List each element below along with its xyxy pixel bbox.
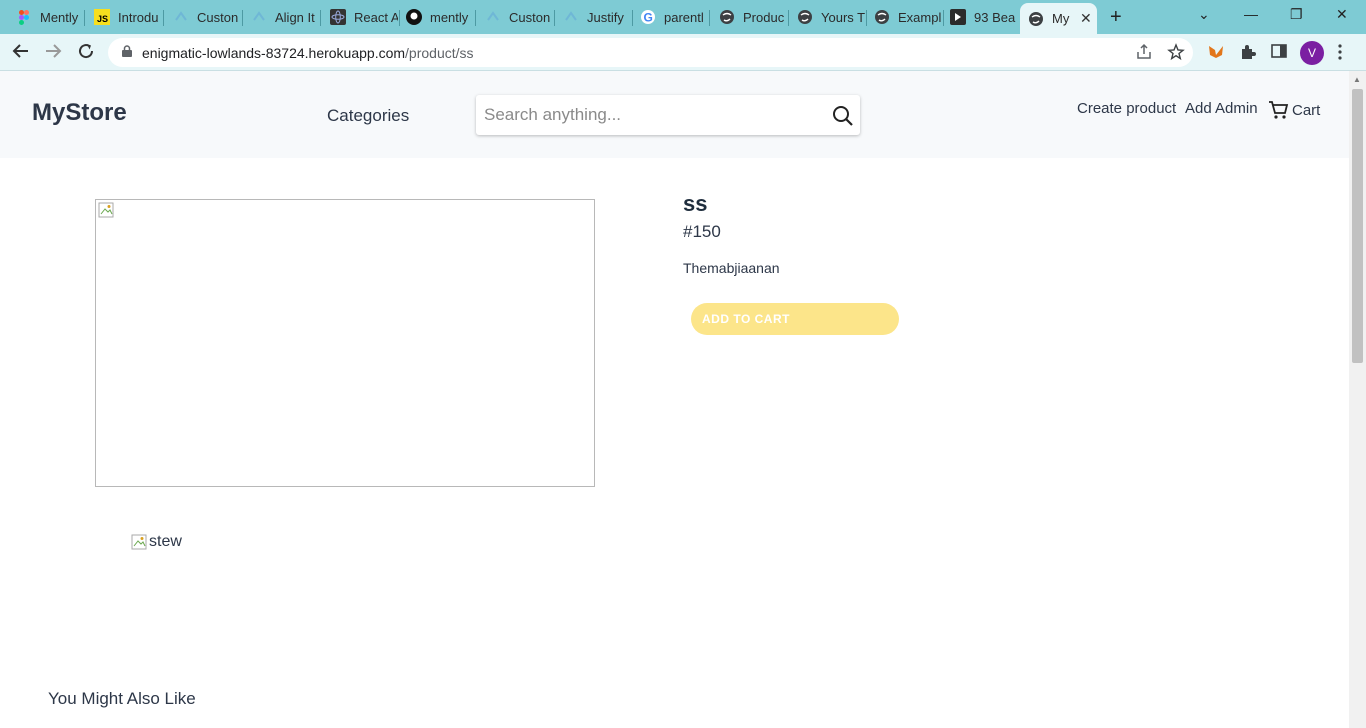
product-thumbnail[interactable]: stew: [131, 533, 182, 551]
thumbnail-alt-text: stew: [149, 533, 182, 550]
search-input[interactable]: [484, 103, 814, 127]
url-text: enigmatic-lowlands-83724.herokuapp.com/p…: [142, 44, 474, 61]
profile-avatar[interactable]: V: [1300, 41, 1324, 65]
create-product-link[interactable]: Create product: [1077, 100, 1176, 117]
product-title: ss: [683, 191, 708, 216]
browser-tab-bar: Mently JS Introdu Custon Align It React …: [0, 0, 1366, 34]
google-icon: G: [640, 9, 656, 25]
section-heading-also-like: You Might Also Like: [48, 689, 196, 708]
browser-tab[interactable]: JS Introdu: [78, 4, 164, 30]
js-icon: JS: [94, 9, 110, 25]
browser-tab[interactable]: Exampl: [858, 4, 944, 30]
categories-link[interactable]: Categories: [327, 106, 409, 126]
close-window-icon[interactable]: ✕: [1336, 6, 1348, 23]
url-bar[interactable]: enigmatic-lowlands-83724.herokuapp.com/p…: [108, 38, 1193, 67]
site-header: MyStore Categories Create product Add Ad…: [0, 71, 1349, 158]
web-icon: [173, 9, 189, 25]
broken-image-icon: [131, 534, 147, 550]
browser-tab[interactable]: Mently: [0, 4, 85, 30]
broken-image-icon: [98, 202, 114, 218]
reload-icon[interactable]: [77, 42, 95, 65]
back-icon[interactable]: [12, 42, 30, 65]
page-scrollbar[interactable]: ▲: [1349, 71, 1366, 728]
react-icon: [330, 9, 346, 25]
cart-link[interactable]: Cart: [1268, 99, 1320, 121]
globe-icon: [797, 9, 813, 25]
side-panel-icon[interactable]: [1271, 43, 1287, 64]
web-icon: [563, 9, 579, 25]
globe-icon: [719, 9, 735, 25]
browser-tab[interactable]: Produc: [703, 4, 789, 30]
scroll-up-icon[interactable]: ▲: [1353, 75, 1361, 84]
browser-tab[interactable]: Custon: [469, 4, 555, 30]
store-logo[interactable]: MyStore: [32, 99, 127, 127]
forward-icon[interactable]: [44, 42, 62, 65]
kebab-menu-icon[interactable]: [1337, 43, 1343, 66]
search-box: [476, 95, 860, 135]
share-icon[interactable]: [1135, 43, 1153, 66]
search-icon[interactable]: [832, 105, 854, 132]
product-description: Themabjiaanan: [683, 260, 780, 276]
browser-tab[interactable]: Justify: [547, 4, 633, 30]
web-icon: [485, 9, 501, 25]
add-to-cart-button[interactable]: ADD TO CART: [691, 303, 899, 335]
browser-tab-active[interactable]: My ✕: [1020, 3, 1097, 34]
github-icon: [406, 9, 422, 25]
globe-icon: [874, 9, 890, 25]
restore-icon[interactable]: ❐: [1290, 6, 1303, 23]
browser-tab[interactable]: mently: [390, 4, 476, 30]
svg-text:G: G: [644, 11, 653, 25]
app-icon: [950, 9, 966, 25]
svg-text:JS: JS: [97, 14, 108, 24]
browser-tab[interactable]: Align It: [235, 4, 321, 30]
tab-title: My: [1052, 11, 1070, 26]
product-id: #150: [683, 222, 721, 241]
tab-title: mently: [430, 9, 469, 25]
tab-title: Align It: [275, 9, 315, 25]
web-icon: [251, 9, 267, 25]
product-image: [95, 199, 595, 487]
scrollbar-thumb[interactable]: [1352, 89, 1363, 363]
cart-label: Cart: [1292, 101, 1321, 119]
address-toolbar: enigmatic-lowlands-83724.herokuapp.com/p…: [0, 34, 1366, 71]
figma-icon: [16, 9, 32, 25]
browser-tab[interactable]: Yours T: [781, 4, 867, 30]
browser-tab[interactable]: Custon: [157, 4, 243, 30]
tab-title: 93 Bea: [974, 9, 1016, 25]
extensions-icon[interactable]: [1239, 43, 1257, 66]
tab-search-icon[interactable]: ⌄: [1198, 6, 1210, 23]
new-tab-icon[interactable]: +: [1110, 6, 1122, 29]
bookmark-star-icon[interactable]: [1167, 43, 1185, 66]
minimize-icon[interactable]: —: [1244, 6, 1258, 22]
close-tab-icon[interactable]: ✕: [1080, 10, 1092, 27]
add-admin-link[interactable]: Add Admin: [1185, 100, 1258, 117]
lock-icon[interactable]: [122, 44, 132, 62]
browser-tab[interactable]: G parentl: [624, 4, 710, 30]
metamask-icon[interactable]: [1207, 43, 1225, 66]
page-content: MyStore Categories Create product Add Ad…: [0, 71, 1349, 728]
browser-tab[interactable]: 93 Bea: [934, 4, 1020, 30]
tab-title: parentl: [664, 9, 704, 25]
globe-icon: [1028, 11, 1044, 27]
browser-tab[interactable]: React A: [314, 4, 400, 30]
cart-icon: [1269, 101, 1289, 119]
tab-title: Introdu: [118, 9, 159, 25]
